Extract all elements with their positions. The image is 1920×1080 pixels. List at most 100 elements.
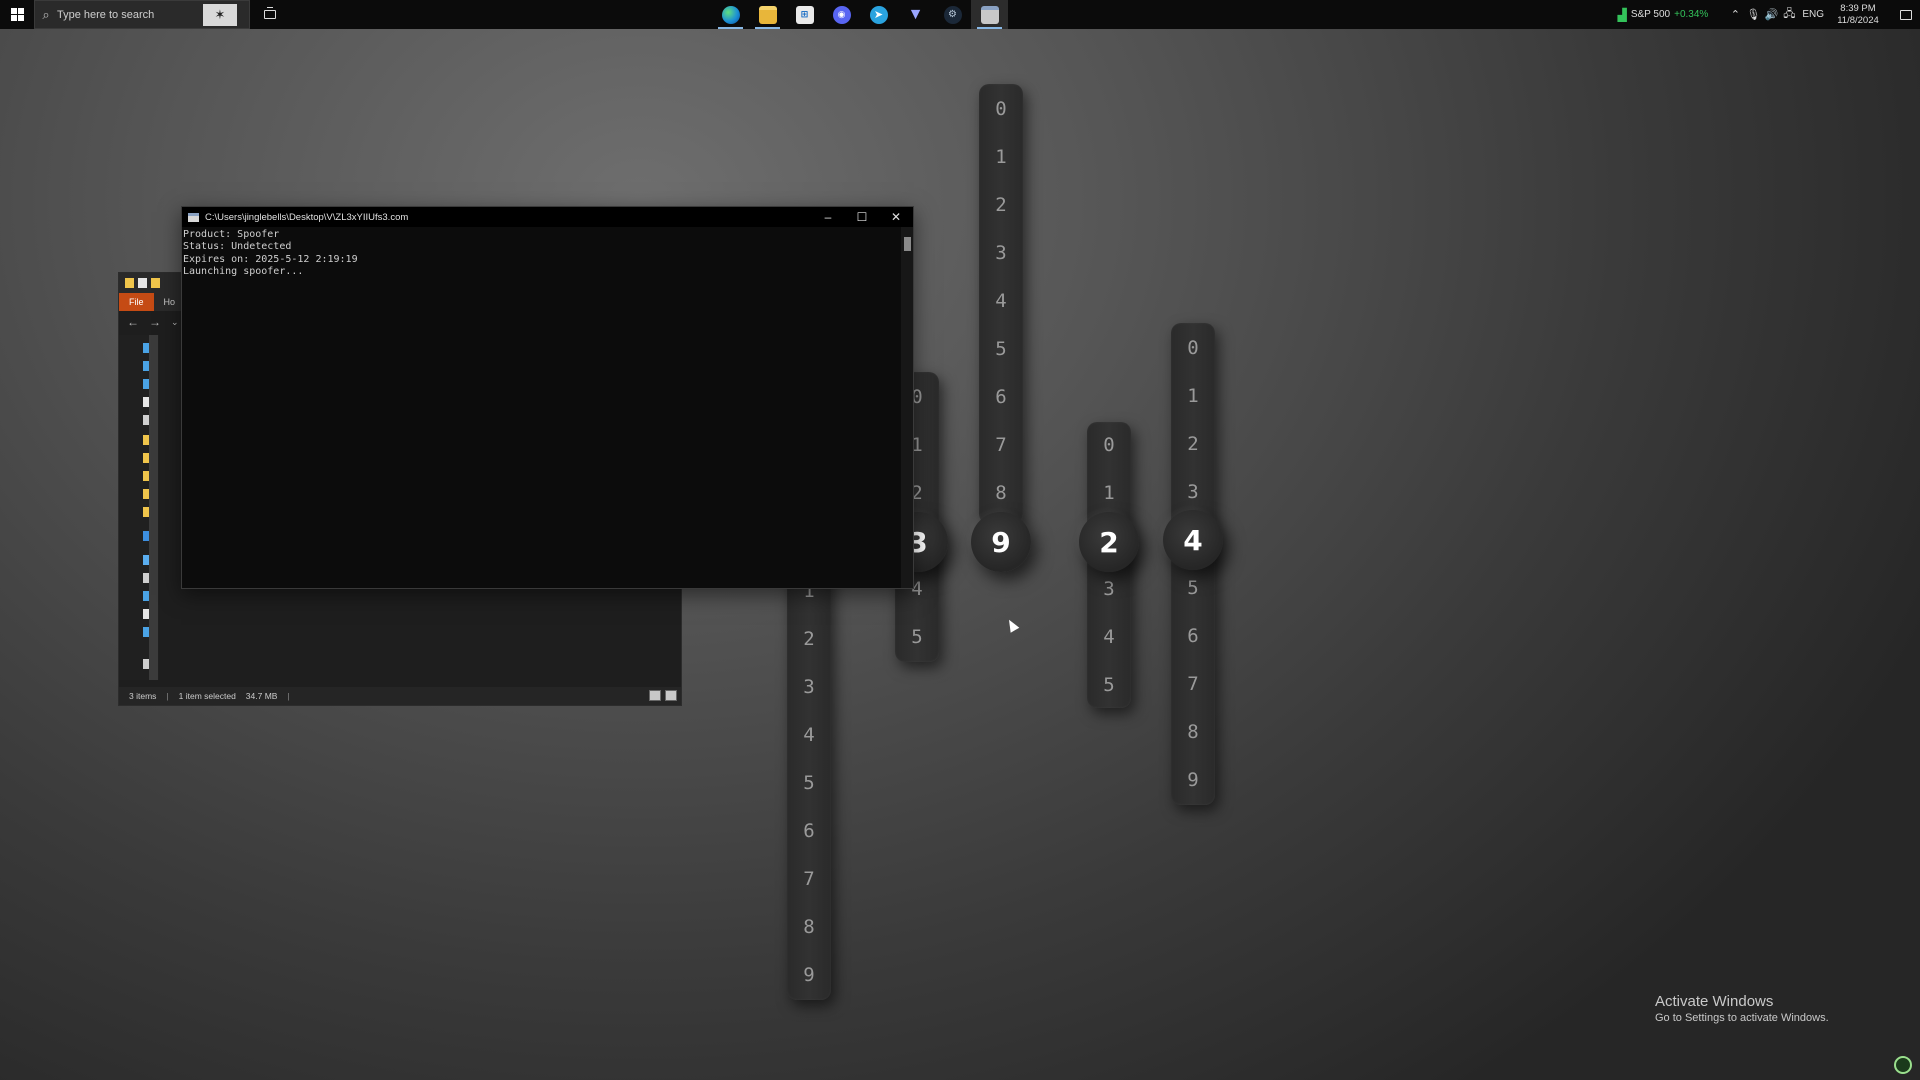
counter-digit: 8 (1187, 721, 1199, 743)
console-line: Launching spoofer... (183, 265, 304, 277)
counter-digit: 3 (1187, 481, 1199, 503)
counter-digit: 3 (803, 676, 815, 698)
counter-digit: 4 (803, 724, 815, 746)
counter-digit: 2 (803, 628, 815, 650)
tray-app-icon[interactable] (1894, 1056, 1912, 1074)
folder-icon[interactable] (143, 435, 149, 445)
taskbar-app-edge[interactable] (712, 0, 749, 29)
counter-digit: 7 (803, 868, 815, 890)
new-folder-icon[interactable] (151, 278, 160, 288)
network-icon[interactable]: 🖧 (1780, 5, 1798, 24)
minimize-button[interactable]: – (811, 207, 845, 227)
ribbon-file-tab[interactable]: File (119, 293, 154, 311)
console-window[interactable]: C:\Users\jinglebells\Desktop\V\ZL3xYIIUf… (181, 206, 914, 589)
counter-digit: 0 (1103, 434, 1115, 456)
console-line: Expires on: 2025-5-12 2:19:19 (183, 253, 358, 265)
console-title-bar[interactable]: C:\Users\jinglebells\Desktop\V\ZL3xYIIUf… (182, 207, 913, 227)
notification-center-button[interactable] (1892, 0, 1920, 29)
stock-widget[interactable]: ▟ S&P 500 +0.34% (1618, 8, 1709, 22)
taskbar-app-telegram[interactable]: ➤ (860, 0, 897, 29)
search-placeholder: Type here to search (57, 8, 155, 21)
watermark-subtitle: Go to Settings to activate Windows. (1655, 1012, 1829, 1024)
microsoft-store-icon: ⊞ (795, 5, 814, 24)
console-output[interactable]: Product: Spoofer Status: Undetected Expi… (182, 227, 901, 588)
explorer-navigation-pane[interactable] (119, 335, 159, 680)
counter-selected-digit: 9 (971, 512, 1031, 572)
chevron-down-icon[interactable]: ⌄ (171, 317, 179, 328)
counter-digit: 8 (803, 916, 815, 938)
folder-icon[interactable] (143, 609, 149, 619)
view-toggle (649, 690, 677, 701)
maximize-button[interactable]: ☐ (845, 207, 879, 227)
back-arrow-icon[interactable]: ← (127, 315, 139, 329)
stock-chart-icon: ▟ (1617, 7, 1627, 22)
chevron-up-icon[interactable]: ⌃ (1726, 8, 1744, 21)
counter-digit: 7 (1187, 673, 1199, 695)
clock-time: 8:39 PM (1840, 2, 1876, 14)
quick-access-icon[interactable] (143, 343, 149, 353)
status-selected-size: 34.7 MB (245, 691, 278, 701)
counter-digit: 3 (1103, 578, 1115, 600)
taskbar: ⌕ Type here to search ✶ ⊞ ◉ ➤ ▼ ⚙ ▟ S&P … (0, 0, 1920, 29)
counter-digit: 4 (995, 290, 1007, 312)
this-pc-icon[interactable] (143, 555, 149, 565)
console-app-icon (188, 212, 199, 222)
drive-icon[interactable] (143, 573, 149, 583)
windows-logo-icon (10, 8, 24, 21)
start-button[interactable] (0, 0, 34, 29)
taskbar-clock[interactable]: 8:39 PM 11/8/2024 (1832, 3, 1884, 27)
mouse-cursor (1004, 617, 1020, 633)
input-language[interactable]: ENG (1802, 9, 1824, 20)
network-icon[interactable] (143, 659, 149, 669)
vpn-icon: ▼ (907, 5, 924, 23)
task-view-button[interactable] (250, 0, 290, 29)
close-button[interactable]: ✕ (879, 207, 913, 227)
details-view-icon[interactable] (649, 690, 661, 701)
task-view-icon (264, 7, 276, 19)
console-scrollbar[interactable] (901, 227, 913, 588)
taskbar-app-steam[interactable]: ⚙ (934, 0, 971, 29)
forward-arrow-icon[interactable]: → (149, 315, 161, 329)
search-highlight-icon[interactable]: ✶ (203, 4, 237, 26)
folder-icon[interactable] (143, 627, 149, 637)
microphone-icon[interactable]: 🎙 (1744, 8, 1762, 21)
onedrive-icon[interactable] (143, 531, 149, 541)
activate-windows-watermark: Activate Windows Go to Settings to activ… (1655, 993, 1829, 1024)
properties-icon[interactable] (138, 278, 147, 288)
notification-icon (1900, 9, 1912, 20)
telegram-icon: ➤ (869, 5, 888, 24)
desktop-folder-icon[interactable] (143, 361, 149, 371)
counter-selected-digit: 2 (1079, 512, 1139, 572)
counter-digit: 1 (995, 146, 1007, 168)
volume-icon[interactable]: 🔊 (1762, 8, 1780, 21)
counter-digit: 3 (995, 242, 1007, 264)
search-icon: ⌕ (42, 6, 50, 22)
taskbar-app-console[interactable] (971, 0, 1008, 29)
counter-digit: 5 (995, 338, 1007, 360)
taskbar-app-store[interactable]: ⊞ (786, 0, 823, 29)
taskbar-app-vpn[interactable]: ▼ (897, 0, 934, 29)
folder-icon[interactable] (143, 507, 149, 517)
folder-icon[interactable] (143, 489, 149, 499)
explorer-scrollbar[interactable] (149, 335, 158, 680)
counter-digit: 1 (1103, 482, 1115, 504)
counter-digit: 9 (1187, 769, 1199, 791)
pictures-folder-icon[interactable] (143, 415, 149, 425)
counter-digit: 0 (1187, 337, 1199, 359)
status-separator: | (287, 691, 290, 701)
edge-icon (721, 5, 740, 24)
large-icons-view-icon[interactable] (665, 690, 677, 701)
taskbar-app-file-explorer[interactable] (749, 0, 786, 29)
explorer-status-bar: 3 items | 1 item selected 34.7 MB | (119, 687, 681, 705)
folder-icon[interactable] (143, 453, 149, 463)
clock-date: 11/8/2024 (1837, 14, 1879, 26)
taskbar-search-box[interactable]: ⌕ Type here to search ✶ (34, 0, 250, 29)
folder-icon[interactable] (143, 471, 149, 481)
downloads-folder-icon[interactable] (143, 379, 149, 389)
counter-digit: 5 (1103, 674, 1115, 696)
taskbar-app-discord[interactable]: ◉ (823, 0, 860, 29)
documents-folder-icon[interactable] (143, 397, 149, 407)
folder-icon (125, 278, 134, 288)
scrollbar-thumb[interactable] (904, 237, 911, 251)
folder-icon[interactable] (143, 591, 149, 601)
